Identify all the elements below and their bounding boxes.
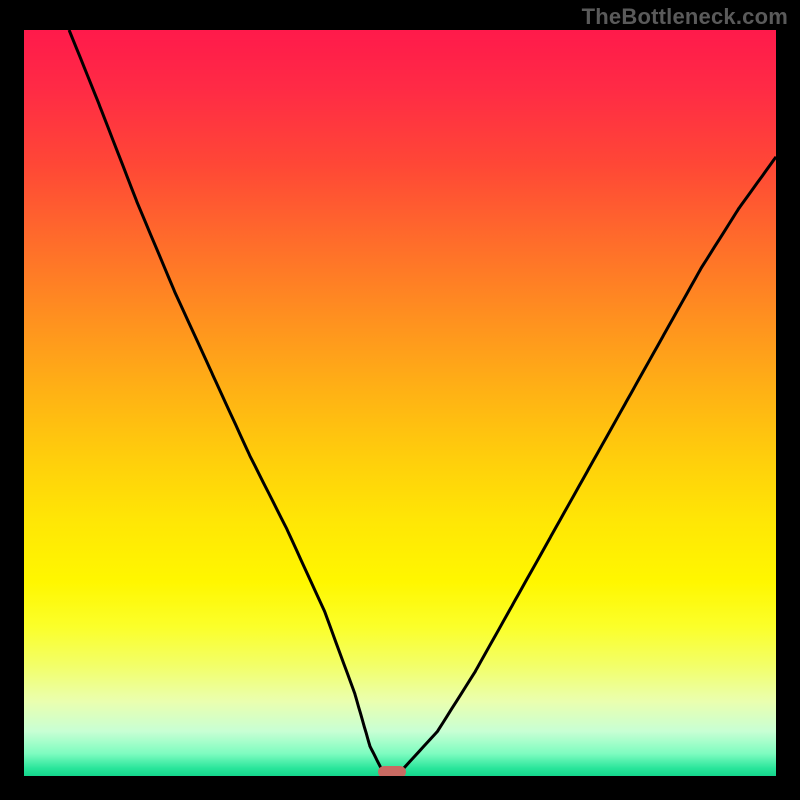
plot-area — [24, 30, 776, 776]
bottleneck-curve — [24, 30, 776, 776]
curve-path — [69, 30, 776, 776]
watermark-text: TheBottleneck.com — [582, 4, 788, 30]
optimum-marker — [378, 766, 406, 776]
chart-container: TheBottleneck.com — [0, 0, 800, 800]
